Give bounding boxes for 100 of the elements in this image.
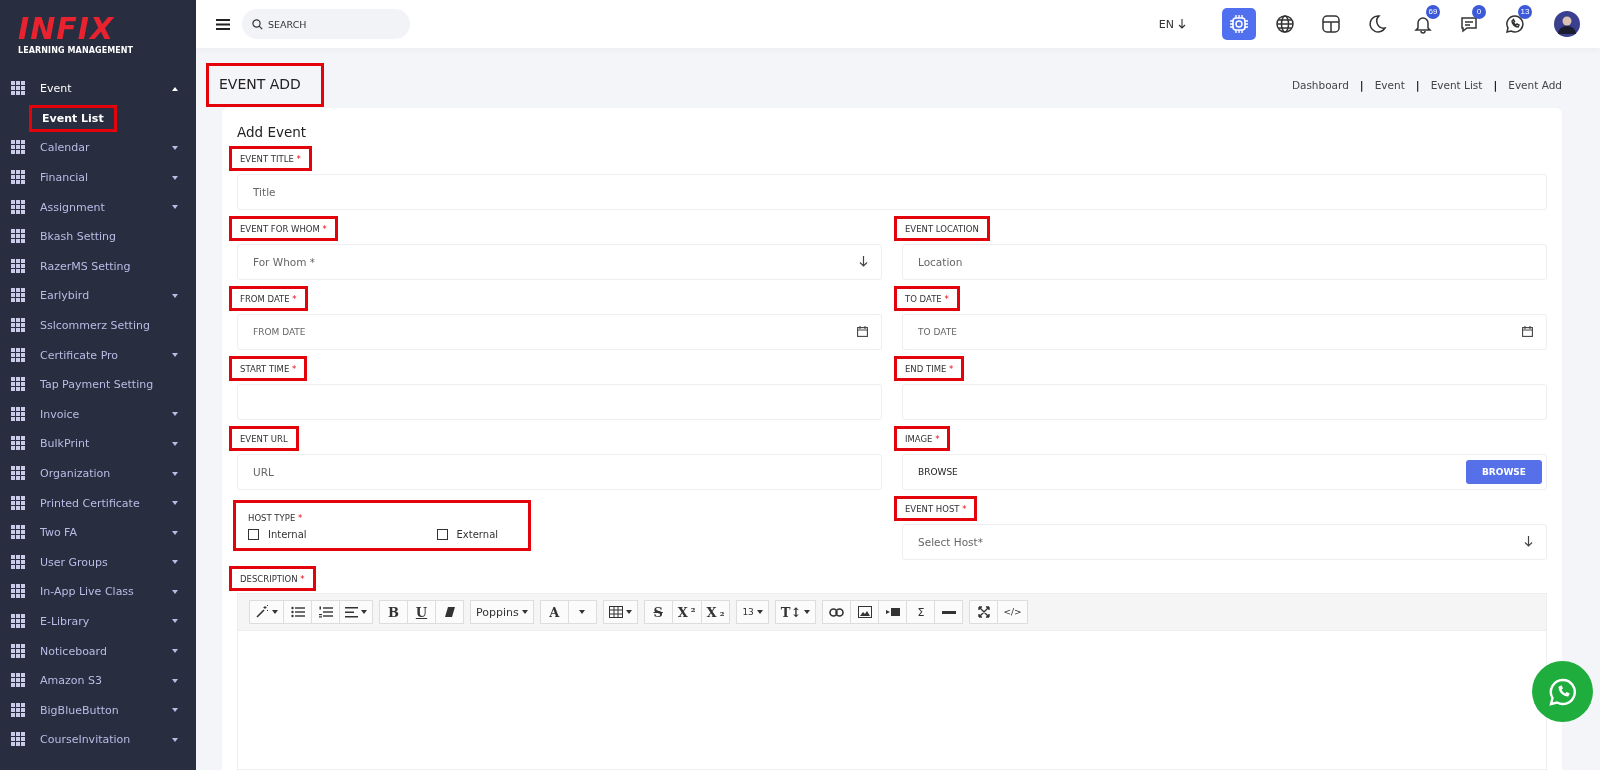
- toolbar-icon-button[interactable]: 0: [1452, 8, 1486, 40]
- toolbar-button[interactable]: [249, 600, 284, 624]
- grid-icon: [11, 229, 26, 245]
- sidebar-item[interactable]: BigBlueButton: [0, 695, 196, 726]
- date-field[interactable]: FROM DATE: [237, 314, 882, 350]
- caret-icon: [172, 589, 178, 594]
- down-arrow-icon: [859, 256, 868, 267]
- field-label: EVENT URL: [229, 426, 299, 451]
- sidebar-item[interactable]: Printed Certificate: [0, 488, 196, 518]
- chat-icon: [1459, 14, 1479, 34]
- checkbox[interactable]: [248, 529, 259, 540]
- sidebar-item[interactable]: Financial: [0, 162, 196, 193]
- sidebar-item[interactable]: Organization: [0, 458, 196, 489]
- sidebar-item[interactable]: Invoice: [0, 399, 196, 430]
- sidebar-item[interactable]: Assignment: [0, 192, 196, 222]
- caret-icon: [172, 560, 178, 565]
- sidebar-item[interactable]: Noticeboard: [0, 636, 196, 666]
- sidebar-item[interactable]: User Groups: [0, 547, 196, 578]
- logo: INFIX: [18, 14, 115, 44]
- grid-icon: [11, 288, 26, 304]
- sidebar-item[interactable]: Earlybird: [0, 281, 196, 311]
- field-label: START TIME *: [229, 356, 308, 381]
- caret-icon: [172, 737, 178, 742]
- count-badge: 0: [1472, 5, 1486, 19]
- breadcrumb-link[interactable]: Event: [1374, 79, 1405, 91]
- toolbar-button[interactable]: T↕: [774, 600, 817, 624]
- eraser-icon: [443, 606, 456, 618]
- grid-icon: [11, 406, 26, 422]
- toolbar-button[interactable]: Poppins: [470, 600, 534, 624]
- toolbar-button[interactable]: A: [539, 600, 569, 624]
- toolbar-button[interactable]: Σ: [906, 600, 936, 624]
- sidebar-item[interactable]: BulkPrint: [0, 429, 196, 459]
- field-label: EVENT HOST *: [894, 496, 978, 521]
- sidebar-item[interactable]: CourseInvitation: [0, 725, 196, 755]
- sidebar-item[interactable]: Tap Payment Setting: [0, 369, 196, 400]
- bulleted-list-icon: [290, 606, 305, 618]
- field-label: TO DATE *: [894, 286, 960, 311]
- toolbar-icon-button[interactable]: 13: [1498, 8, 1532, 40]
- browse-button[interactable]: BROWSE: [1466, 460, 1542, 484]
- toolbar-button[interactable]: [602, 600, 638, 624]
- toolbar-button[interactable]: [435, 600, 464, 624]
- count-badge: 69: [1426, 5, 1440, 19]
- toolbar-button[interactable]: [339, 600, 373, 624]
- toolbar-button[interactable]: B: [379, 600, 408, 624]
- sidebar-item[interactable]: E-Library: [0, 606, 196, 637]
- breadcrumb-separator: |: [1493, 79, 1498, 91]
- menu-icon[interactable]: [216, 18, 230, 30]
- grid-icon: [11, 495, 26, 511]
- sidebar-item[interactable]: Sslcommerz Setting: [0, 310, 196, 341]
- sidebar-item[interactable]: Event: [0, 74, 196, 104]
- numbered-list-icon: [318, 606, 333, 618]
- grid-icon: [11, 377, 26, 393]
- file-field[interactable]: BROWSE BROWSE: [902, 454, 1547, 490]
- sidebar-item[interactable]: Two FA: [0, 517, 196, 548]
- sidebar-item[interactable]: RazerMS Setting: [0, 251, 196, 282]
- checkbox[interactable]: [436, 529, 448, 540]
- toolbar-icon-button[interactable]: 69: [1406, 8, 1440, 40]
- sidebar-subitem[interactable]: Event List: [29, 104, 117, 132]
- grid-icon: [11, 732, 26, 748]
- toolbar-button[interactable]: [822, 600, 852, 624]
- field-label: EVENT FOR WHOM *: [229, 216, 338, 241]
- toolbar-button[interactable]: 13: [736, 600, 769, 624]
- grid-icon: [11, 702, 26, 718]
- link-icon: [829, 607, 845, 617]
- logo-tagline: LEARNING MANAGEMENT: [18, 46, 134, 55]
- toolbar-button[interactable]: S: [643, 600, 673, 624]
- caret-icon: [172, 501, 178, 506]
- sidebar-item[interactable]: Calendar: [0, 133, 196, 163]
- toolbar-button[interactable]: [969, 600, 999, 624]
- toolbar-button[interactable]: U: [407, 600, 436, 624]
- field-label: FROM DATE *: [229, 286, 308, 311]
- toolbar-button[interactable]: [878, 600, 908, 624]
- sidebar-item[interactable]: Certificate Pro: [0, 340, 196, 370]
- caret-icon: [625, 610, 632, 614]
- select-field[interactable]: For Whom *: [237, 244, 882, 280]
- breadcrumb-link[interactable]: Event Add: [1508, 79, 1562, 91]
- breadcrumb-link[interactable]: Event List: [1430, 79, 1483, 91]
- text-field[interactable]: Location: [902, 244, 1547, 280]
- toolbar-button[interactable]: </>: [997, 600, 1028, 624]
- select-field[interactable]: Select Host*: [902, 524, 1547, 560]
- search-field[interactable]: SEARCH: [242, 9, 410, 39]
- date-field[interactable]: TO DATE: [902, 314, 1547, 350]
- text-field[interactable]: Title: [237, 174, 1547, 210]
- language-selector[interactable]: EN: [1158, 17, 1174, 31]
- avatar[interactable]: [1554, 11, 1580, 37]
- toolbar-button[interactable]: [850, 600, 880, 624]
- sidebar-item[interactable]: Bkash Setting: [0, 221, 196, 252]
- caret-icon: [172, 175, 178, 180]
- breadcrumb-separator: |: [1415, 79, 1420, 91]
- video-icon: [885, 607, 900, 617]
- grid-icon: [11, 673, 26, 689]
- phone-chat-icon: [1505, 14, 1525, 34]
- text-field[interactable]: URL: [237, 454, 882, 490]
- sidebar-item[interactable]: In-App Live Class: [0, 577, 196, 607]
- breadcrumb-link[interactable]: Dashboard: [1291, 79, 1349, 91]
- caret-icon: [579, 610, 586, 614]
- field-label: DESCRIPTION *: [229, 566, 316, 591]
- caret-icon: [172, 530, 178, 535]
- sidebar-item[interactable]: Amazon S3: [0, 665, 196, 696]
- toolbar-button[interactable]: [934, 600, 964, 624]
